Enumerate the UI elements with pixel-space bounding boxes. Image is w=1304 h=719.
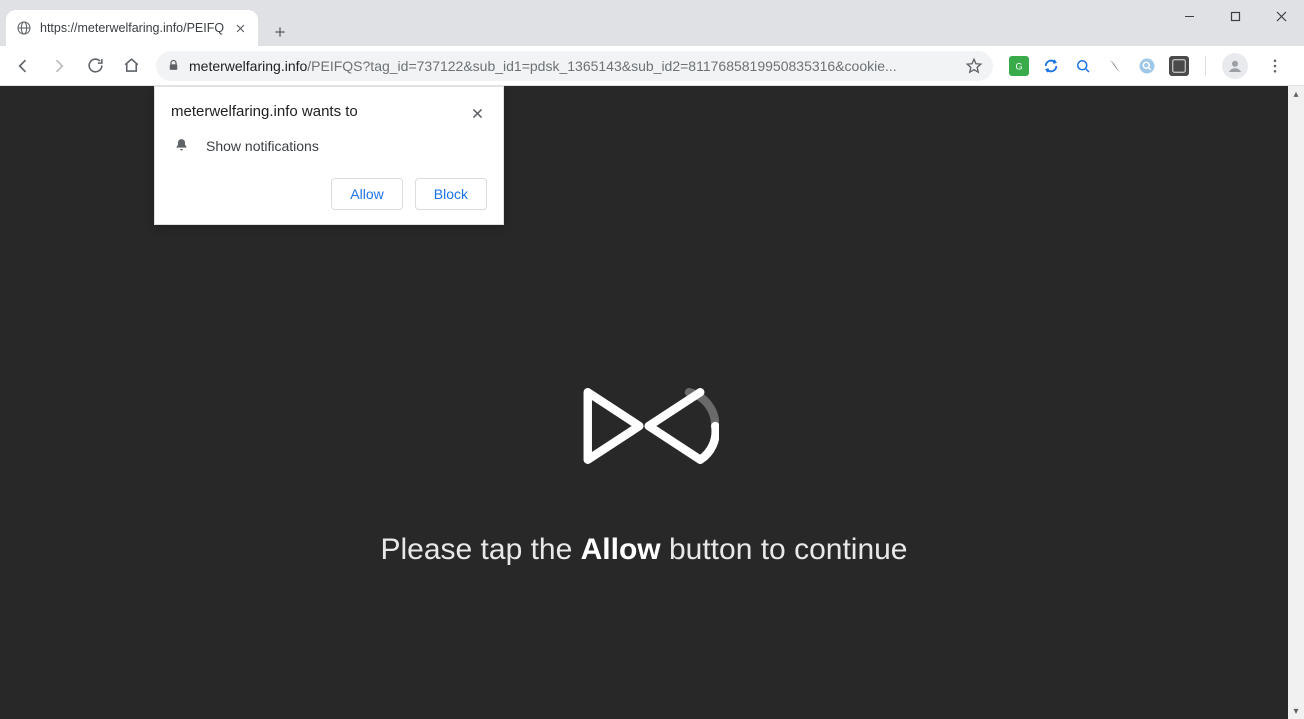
url-text: meterwelfaring.info/PEIFQS?tag_id=737122… (189, 58, 951, 74)
window-close-button[interactable] (1258, 0, 1304, 32)
extension-icon-2[interactable] (1041, 56, 1061, 76)
page-content: Please tap the Allow button to continue … (0, 86, 1288, 719)
close-icon[interactable] (467, 103, 487, 123)
page-message: Please tap the Allow button to continue (380, 533, 907, 567)
home-button[interactable] (114, 49, 148, 83)
close-tab-icon[interactable] (232, 20, 248, 36)
extension-icon-4[interactable] (1105, 56, 1125, 76)
url-path: /PEIFQS?tag_id=737122&sub_id1=pdsk_13651… (307, 58, 885, 74)
extension-icon-6[interactable] (1169, 56, 1189, 76)
extension-icon-3[interactable] (1073, 56, 1093, 76)
scroll-up-icon[interactable]: ▴ (1288, 86, 1304, 102)
back-button[interactable] (6, 49, 40, 83)
permission-title: meterwelfaring.info wants to (171, 103, 358, 120)
svg-text:G: G (1015, 61, 1022, 71)
browser-titlebar: https://meterwelfaring.info/PEIFQ (0, 0, 1304, 46)
scroll-down-icon[interactable]: ▾ (1288, 703, 1304, 719)
loading-graphic (380, 379, 907, 473)
bell-icon (173, 137, 190, 154)
kebab-menu-icon[interactable] (1260, 51, 1290, 81)
msg-bold: Allow (581, 533, 661, 566)
notification-permission-popup: meterwelfaring.info wants to Show notifi… (154, 86, 504, 225)
tab-title: https://meterwelfaring.info/PEIFQ (40, 21, 224, 35)
lock-icon (166, 58, 181, 73)
profile-avatar[interactable] (1222, 53, 1248, 79)
extension-icon-5[interactable] (1137, 56, 1157, 76)
block-button[interactable]: Block (415, 178, 487, 210)
extension-icon-1[interactable]: G (1009, 56, 1029, 76)
browser-tab[interactable]: https://meterwelfaring.info/PEIFQ (6, 10, 258, 46)
vertical-scrollbar[interactable]: ▴ ▾ (1288, 86, 1304, 719)
maximize-button[interactable] (1212, 0, 1258, 32)
permission-option-label: Show notifications (206, 138, 319, 154)
url-ellipsis: ... (885, 58, 897, 74)
bookmark-star-icon[interactable] (959, 57, 983, 75)
browser-toolbar: meterwelfaring.info/PEIFQS?tag_id=737122… (0, 46, 1304, 86)
msg-before: Please tap the (380, 533, 580, 566)
page-inner: Please tap the Allow button to continue (380, 379, 907, 567)
minimize-button[interactable] (1166, 0, 1212, 32)
extension-icons: G (1001, 51, 1298, 81)
browser-viewport: Please tap the Allow button to continue … (0, 86, 1304, 719)
url-host: meterwelfaring.info (189, 58, 307, 74)
tab-strip: https://meterwelfaring.info/PEIFQ (0, 0, 294, 46)
address-bar[interactable]: meterwelfaring.info/PEIFQS?tag_id=737122… (156, 51, 993, 81)
new-tab-button[interactable] (266, 18, 294, 46)
allow-button[interactable]: Allow (331, 178, 402, 210)
forward-button[interactable] (42, 49, 76, 83)
window-controls (1166, 0, 1304, 32)
reload-button[interactable] (78, 49, 112, 83)
msg-after: button to continue (661, 533, 908, 566)
toolbar-separator (1205, 56, 1206, 76)
globe-icon (16, 20, 32, 36)
bowtie-spinner-icon (569, 379, 719, 473)
